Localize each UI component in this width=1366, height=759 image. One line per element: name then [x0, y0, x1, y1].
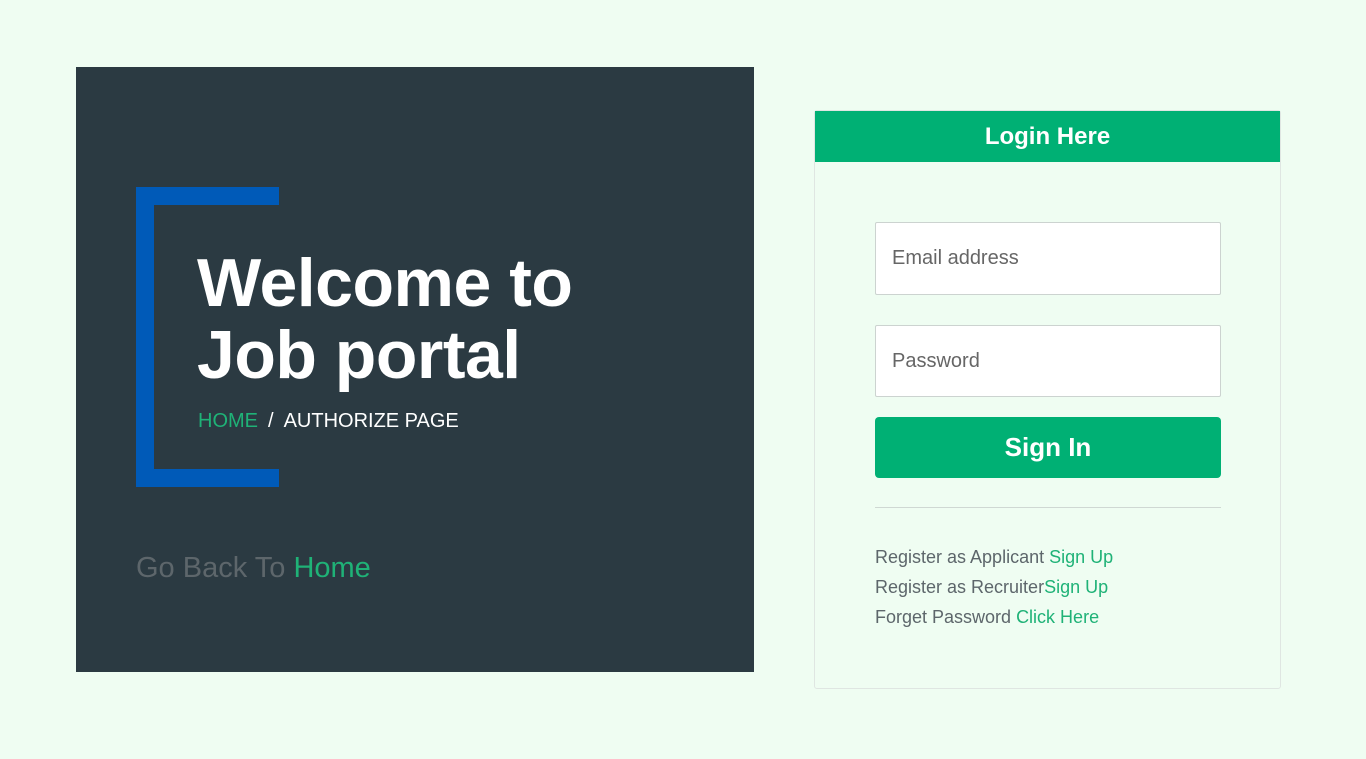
register-recruiter-row: Register as RecruiterSign Up: [875, 572, 1113, 602]
login-header: Login Here: [815, 111, 1280, 162]
register-applicant-label: Register as Applicant: [875, 547, 1050, 567]
go-back-text: Go Back To Home: [136, 552, 371, 585]
account-links: Register as Applicant Sign Up Register a…: [875, 542, 1113, 632]
breadcrumb: HOME / AUTHORIZE PAGE: [198, 410, 459, 433]
title-line-1: Welcome to: [197, 245, 573, 321]
go-back-home-link[interactable]: Home: [293, 552, 370, 584]
forget-password-row: Forget Password Click Here: [875, 602, 1113, 632]
breadcrumb-current: AUTHORIZE PAGE: [283, 410, 459, 432]
register-recruiter-label: Register as Recruiter: [875, 577, 1045, 597]
applicant-sign-up-link[interactable]: Sign Up: [1049, 547, 1113, 567]
login-card: Login Here Sign In Register as Applicant…: [814, 110, 1281, 689]
hero-panel: Welcome to Job portal HOME / AUTHORIZE P…: [76, 67, 754, 672]
sign-in-button[interactable]: Sign In: [875, 417, 1221, 478]
email-input[interactable]: [875, 222, 1221, 295]
divider: [875, 507, 1221, 508]
title-line-2: Job portal: [197, 317, 521, 393]
go-back-label: Go Back To: [136, 552, 286, 584]
forget-password-link[interactable]: Click Here: [1016, 607, 1099, 627]
register-applicant-row: Register as Applicant Sign Up: [875, 542, 1113, 572]
recruiter-sign-up-link[interactable]: Sign Up: [1044, 577, 1108, 597]
breadcrumb-home-link[interactable]: HOME: [198, 410, 258, 433]
page-title: Welcome to Job portal: [197, 247, 717, 391]
breadcrumb-separator: /: [268, 410, 274, 432]
password-input[interactable]: [875, 325, 1221, 397]
forget-password-label: Forget Password: [875, 607, 1017, 627]
